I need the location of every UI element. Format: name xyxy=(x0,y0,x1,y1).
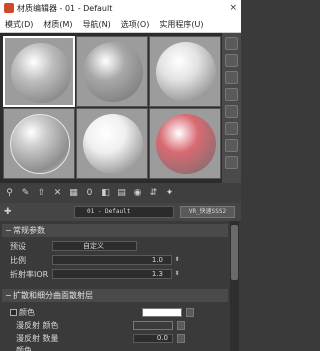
scale-label: 比例 xyxy=(10,255,26,265)
uv-tiling-icon[interactable] xyxy=(225,88,238,101)
backlight-icon[interactable] xyxy=(225,54,238,67)
sample-sphere xyxy=(156,114,216,174)
go-to-parent-icon[interactable]: ⇵ xyxy=(147,187,160,200)
preset-row: 预设 自定义 xyxy=(10,240,225,252)
material-slot[interactable] xyxy=(149,36,221,107)
bottom-toolbar: ⚲ ✎ ⇧ ✕ ▦ 0 ◧ ▤ ◉ ⇵ ✦ xyxy=(0,183,241,203)
ior-spinner[interactable]: 1.3 xyxy=(52,269,172,279)
ior-label: 折射率IOR xyxy=(10,269,49,279)
get-material-icon[interactable]: ⚲ xyxy=(3,187,16,200)
sample-sphere xyxy=(83,42,143,102)
sub-amount-spinner[interactable]: 0.0 xyxy=(133,333,173,343)
assign-to-selection-icon[interactable]: ⇧ xyxy=(35,187,48,200)
sample-sphere xyxy=(10,114,70,174)
sub-color-map-button[interactable] xyxy=(177,320,185,330)
sub-amount-row: 漫反射 数量 0.0 xyxy=(10,332,225,344)
preset-label: 预设 xyxy=(10,241,26,251)
show-end-result-icon[interactable]: ◉ xyxy=(131,187,144,200)
material-name-row: ✚ 01 - Default VR_快速SSS2 xyxy=(0,203,241,221)
collapse-icon: − xyxy=(5,291,12,300)
title-bar: 材质编辑器 - 01 - Default × xyxy=(0,0,241,16)
window-close-button[interactable]: × xyxy=(229,3,237,13)
material-slot[interactable] xyxy=(3,36,75,107)
put-to-scene-icon[interactable]: ✎ xyxy=(19,187,32,200)
spinner-arrows-icon[interactable]: ⬍ xyxy=(173,255,181,265)
material-slot[interactable] xyxy=(149,108,221,179)
menu-navigation[interactable]: 导航(N) xyxy=(78,19,116,30)
diffuse-color-label: 颜色 xyxy=(19,307,35,317)
reset-map-icon[interactable]: ✕ xyxy=(51,187,64,200)
diffuse-map-button[interactable] xyxy=(186,307,194,317)
background-icon[interactable] xyxy=(225,71,238,84)
rollout-general-title: 常规参数 xyxy=(13,226,45,235)
rollout-diffuse-title: 扩散和细分曲面散射层 xyxy=(13,291,93,300)
sub-color-row: 漫反射 颜色 xyxy=(10,319,225,331)
sample-sphere xyxy=(156,42,216,102)
material-id-icon[interactable]: 0 xyxy=(83,187,96,200)
sub-amount-map-button[interactable] xyxy=(177,333,185,343)
next-color-label: 颜色 xyxy=(16,345,32,351)
material-slot[interactable] xyxy=(76,36,148,107)
sample-sphere xyxy=(83,114,143,174)
menu-utilities[interactable]: 实用程序(U) xyxy=(154,19,208,30)
menu-bar: 模式(D) 材质(M) 导航(N) 选项(O) 实用程序(U) xyxy=(0,16,241,33)
sub-amount-label: 漫反射 数量 xyxy=(16,333,59,343)
collapse-icon: − xyxy=(5,226,12,235)
spinner-arrows-icon[interactable]: ⬍ xyxy=(173,269,181,279)
ior-row: 折射率IOR 1.3 ⬍ xyxy=(10,268,225,280)
material-slot[interactable] xyxy=(3,108,75,179)
pick-material-icon[interactable]: ✚ xyxy=(4,206,16,218)
go-forward-icon[interactable]: ✦ xyxy=(163,187,176,200)
options-icon[interactable] xyxy=(225,139,238,152)
diffuse-color-row: 颜色 xyxy=(10,306,225,318)
parameters-panel: − 常规参数 预设 自定义 比例 1.0 ⬍ 折射率IOR 1.3 ⬍ − 扩散… xyxy=(0,221,241,351)
show-map-icon[interactable]: ▤ xyxy=(115,187,128,200)
select-by-material-icon[interactable] xyxy=(225,156,238,169)
sample-sphere xyxy=(11,43,71,103)
app-icon xyxy=(4,3,14,13)
panel-scrollbar[interactable] xyxy=(230,221,239,351)
scale-row: 比例 1.0 ⬍ xyxy=(10,254,225,266)
preset-dropdown[interactable]: 自定义 xyxy=(52,241,137,251)
material-name-field[interactable]: 01 - Default xyxy=(74,206,174,218)
save-to-library-icon[interactable]: ◧ xyxy=(99,187,112,200)
make-copy-icon[interactable]: ▦ xyxy=(67,187,80,200)
sub-color-swatch[interactable] xyxy=(133,320,173,330)
scale-spinner[interactable]: 1.0 xyxy=(52,255,172,265)
scrollbar-thumb[interactable] xyxy=(231,225,238,280)
material-slot[interactable] xyxy=(76,108,148,179)
sample-type-icon[interactable] xyxy=(225,37,238,50)
side-toolbar xyxy=(222,33,241,183)
video-check-icon[interactable] xyxy=(225,105,238,118)
material-type-button[interactable]: VR_快速SSS2 xyxy=(180,206,235,218)
preview-icon[interactable] xyxy=(225,122,238,135)
menu-options[interactable]: 选项(O) xyxy=(116,19,155,30)
menu-mode[interactable]: 模式(D) xyxy=(0,19,38,30)
menu-material[interactable]: 材质(M) xyxy=(38,19,77,30)
rollout-diffuse-header[interactable]: − 扩散和细分曲面散射层 xyxy=(2,289,228,302)
diffuse-color-checkbox[interactable] xyxy=(10,308,17,316)
next-color-row: 颜色 xyxy=(10,344,225,351)
window-title: 材质编辑器 - 01 - Default xyxy=(17,3,113,13)
diffuse-color-swatch[interactable] xyxy=(142,307,182,317)
rollout-general-header[interactable]: − 常规参数 xyxy=(2,224,228,237)
material-slots xyxy=(0,33,222,183)
sub-color-label: 漫反射 颜色 xyxy=(16,320,59,330)
